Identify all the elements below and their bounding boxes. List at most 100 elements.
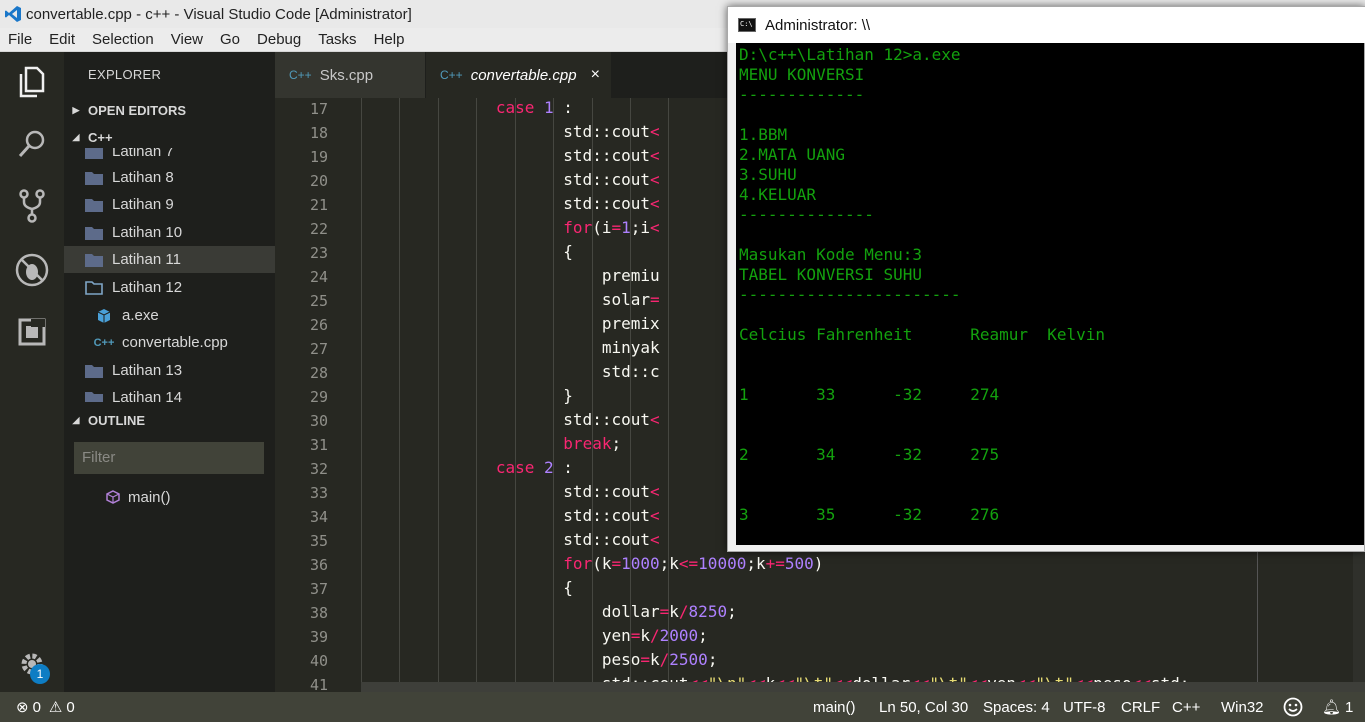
- problems-indicator[interactable]: ⊗ 0 ⚠ 0: [16, 692, 75, 722]
- folder-icon: [84, 225, 104, 241]
- status-function[interactable]: main(): [813, 692, 856, 722]
- code-line: for(i=1;i<: [563, 218, 660, 237]
- vscode-logo-icon: [5, 6, 21, 22]
- tree-item-latihan-8[interactable]: Latihan 8: [64, 164, 275, 191]
- line-number: 36: [309, 556, 328, 574]
- status-spaces[interactable]: Spaces: 4: [983, 692, 1050, 722]
- console-title-bar[interactable]: Administrator: \\: [728, 7, 1365, 43]
- status-platform[interactable]: Win32: [1221, 692, 1264, 722]
- cmd-icon: [738, 18, 756, 32]
- line-number: 30: [309, 412, 328, 430]
- status-position[interactable]: Ln 50, Col 30: [879, 692, 968, 722]
- open-editors-section[interactable]: ▶ OPEN EDITORS: [64, 99, 275, 121]
- console-line: 3 35 -32 276: [739, 505, 1000, 524]
- status-language[interactable]: C++: [1172, 692, 1200, 722]
- tree-item-latihan-10[interactable]: Latihan 10: [64, 219, 275, 246]
- menu-go[interactable]: Go: [212, 31, 249, 48]
- menu-help[interactable]: Help: [366, 31, 414, 48]
- warning-count: 0: [66, 698, 75, 716]
- tree-item-latihan-13[interactable]: Latihan 13: [64, 357, 275, 384]
- line-number: 37: [309, 580, 328, 598]
- console-line: TABEL KONVERSI SUHU: [739, 265, 923, 284]
- tab-label: Sks.cpp: [319, 66, 374, 84]
- menu-edit[interactable]: Edit: [41, 31, 84, 48]
- code-line: {: [361, 242, 573, 261]
- tree-item-label: Latihan 8: [112, 169, 174, 186]
- tree-item-latihan-11[interactable]: Latihan 11: [64, 246, 275, 273]
- cpp-folder-label: C++: [88, 129, 113, 145]
- horizontal-scrollbar[interactable]: [361, 682, 1365, 692]
- line-number: 23: [309, 244, 328, 262]
- tree-item-latihan-7[interactable]: Latihan 7: [64, 148, 275, 165]
- status-eol[interactable]: CRLF: [1121, 692, 1160, 722]
- tab-convertable-cpp[interactable]: C++ convertable.cpp ×: [426, 52, 611, 98]
- tree-item-label: Latihan 12: [112, 279, 183, 296]
- chevron-down-icon: ◢: [72, 131, 80, 142]
- menu-tasks[interactable]: Tasks: [310, 31, 365, 48]
- debug-icon[interactable]: [12, 250, 52, 290]
- cpp-folder-section[interactable]: ◢ C++: [64, 126, 275, 148]
- tree-item-a-exe[interactable]: a.exe: [64, 302, 275, 329]
- tree-item-label: Latihan 13: [112, 362, 183, 379]
- tree-item-latihan-9[interactable]: Latihan 9: [64, 191, 275, 218]
- file-tree: Latihan 7 Latihan 8 Latihan 9 Latihan 10…: [64, 148, 275, 402]
- folder-icon: [84, 197, 104, 213]
- console-line: 1.BBM: [739, 125, 788, 144]
- tree-item-label: Latihan 14: [112, 389, 183, 402]
- error-icon: ⊗: [16, 699, 29, 716]
- line-number: 27: [309, 340, 328, 358]
- tab-sks-cpp[interactable]: C++ Sks.cpp: [275, 52, 425, 98]
- code-line: std::cout<: [361, 194, 660, 213]
- tree-item-convertable-cpp[interactable]: C++ convertable.cpp: [64, 329, 275, 356]
- tree-item-label: convertable.cpp: [122, 334, 228, 351]
- cube-icon: [94, 308, 114, 324]
- explorer-sidebar: EXPLORER ▶ OPEN EDITORS ◢ C++ Latihan 7 …: [64, 52, 275, 692]
- console-line: 2.MATA UANG: [739, 145, 845, 164]
- cpp-file-icon: C++: [289, 68, 312, 82]
- open-editors-label: OPEN EDITORS: [88, 102, 187, 118]
- tree-item-latihan-14[interactable]: Latihan 14: [64, 384, 275, 402]
- code-line: std::cout<: [361, 530, 660, 549]
- code-line: for(k=1000;k<=10000;k+=500): [563, 554, 824, 573]
- bell-icon: 🔔︎: [1322, 699, 1342, 716]
- explorer-title: EXPLORER: [88, 67, 162, 82]
- line-number: 19: [309, 148, 328, 166]
- console-line: MENU KONVERSI: [739, 65, 865, 84]
- console-window[interactable]: Administrator: \\ D:\c++\Latihan 12>a.ex…: [727, 6, 1365, 552]
- outline-item-main[interactable]: main(): [106, 485, 171, 509]
- status-bar: ⊗ 0 ⚠ 0 main() Ln 50, Col 30 Spaces: 4 U…: [0, 692, 1365, 722]
- menu-file[interactable]: File: [0, 31, 41, 48]
- feedback-smiley-icon[interactable]: [1283, 692, 1303, 722]
- search-icon[interactable]: [12, 124, 52, 164]
- line-number: 40: [309, 652, 328, 670]
- code-line: solar=: [361, 290, 660, 309]
- console-line: -----------------------: [739, 285, 961, 304]
- folder-icon: [84, 363, 104, 379]
- close-tab-icon[interactable]: ×: [591, 66, 600, 84]
- line-number: 32: [309, 460, 328, 478]
- line-number: 33: [309, 484, 328, 502]
- code-line: premix: [361, 314, 660, 333]
- code-line: std::cout<: [361, 146, 660, 165]
- menu-debug[interactable]: Debug: [249, 31, 310, 48]
- outline-section[interactable]: ◢ OUTLINE: [64, 409, 275, 431]
- menu-view[interactable]: View: [163, 31, 212, 48]
- chevron-down-icon: ◢: [72, 414, 80, 425]
- source-control-icon[interactable]: [12, 186, 52, 226]
- outline-filter-input[interactable]: Filter: [74, 442, 264, 474]
- line-number: 39: [309, 628, 328, 646]
- status-encoding[interactable]: UTF-8: [1063, 692, 1106, 722]
- tree-item-label: Latihan 7: [112, 148, 174, 160]
- notifications-indicator[interactable]: 🔔︎ 1: [1322, 692, 1353, 722]
- line-number: 21: [309, 196, 328, 214]
- warning-icon: ⚠: [48, 699, 63, 716]
- folder-icon: [84, 390, 104, 402]
- console-line: D:\c++\Latihan 12>a.exe: [739, 45, 961, 64]
- console-output[interactable]: D:\c++\Latihan 12>a.exe MENU KONVERSI ----…: [736, 43, 1364, 545]
- error-count: 0: [32, 698, 41, 716]
- tree-item-latihan-12[interactable]: Latihan 12: [64, 274, 275, 301]
- code-line: break;: [563, 434, 622, 453]
- menu-selection[interactable]: Selection: [84, 31, 163, 48]
- files-icon[interactable]: [12, 62, 52, 102]
- extensions-icon[interactable]: [12, 312, 52, 352]
